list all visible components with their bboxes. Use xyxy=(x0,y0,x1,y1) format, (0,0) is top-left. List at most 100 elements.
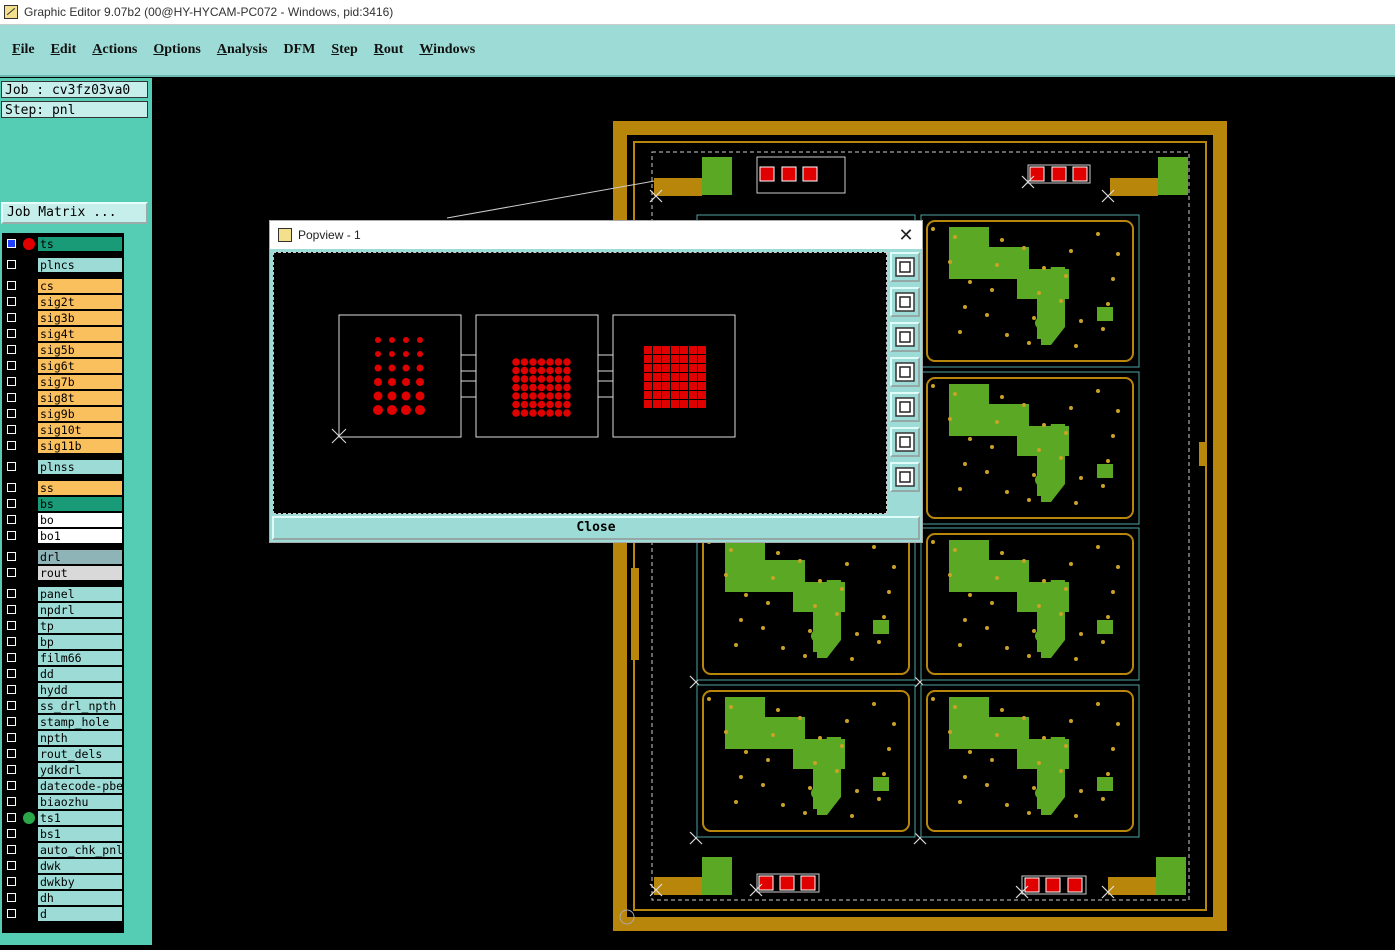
layer-row-sig3b[interactable]: sig3b xyxy=(2,310,124,326)
layer-row-hydd[interactable]: hydd xyxy=(2,682,124,698)
layer-checkbox[interactable] xyxy=(7,781,16,790)
layer-label[interactable]: bs1 xyxy=(38,827,122,841)
job-matrix-button[interactable]: Job Matrix ... xyxy=(1,202,148,224)
layer-row-sig10t[interactable]: sig10t xyxy=(2,422,124,438)
layer-row-panel[interactable]: panel xyxy=(2,586,124,602)
layer-label[interactable]: dh xyxy=(38,891,122,905)
layer-checkbox[interactable] xyxy=(7,568,16,577)
zoom-in-icon[interactable] xyxy=(890,287,920,317)
layer-checkbox[interactable] xyxy=(7,409,16,418)
layer-checkbox[interactable] xyxy=(7,765,16,774)
layer-row-drl[interactable]: drl xyxy=(2,549,124,565)
layer-row-npdrl[interactable]: npdrl xyxy=(2,602,124,618)
layer-label[interactable]: sig2t xyxy=(38,295,122,309)
layer-checkbox[interactable] xyxy=(7,589,16,598)
popview-window[interactable]: Popview - 1 ✕ Close xyxy=(269,220,923,543)
layer-checkbox[interactable] xyxy=(7,813,16,822)
menu-edit[interactable]: Edit xyxy=(43,42,85,58)
layer-label[interactable]: dwk xyxy=(38,859,122,873)
layer-label[interactable]: sig11b xyxy=(38,439,122,453)
layer-checkbox[interactable] xyxy=(7,499,16,508)
layer-row-npth[interactable]: npth xyxy=(2,730,124,746)
pan-right-icon[interactable] xyxy=(890,392,920,422)
layer-checkbox[interactable] xyxy=(7,909,16,918)
layer-label[interactable]: dd xyxy=(38,667,122,681)
layer-label[interactable]: ss xyxy=(38,481,122,495)
layer-row-datecode-pbe[interactable]: datecode-pbe xyxy=(2,778,124,794)
layer-label[interactable]: dwkby xyxy=(38,875,122,889)
layer-checkbox[interactable] xyxy=(7,685,16,694)
zoom-home-icon[interactable] xyxy=(890,462,920,492)
menu-dfm[interactable]: DFM xyxy=(275,42,323,58)
layer-checkbox[interactable] xyxy=(7,877,16,886)
layer-label[interactable]: sig3b xyxy=(38,311,122,325)
layer-label[interactable]: film66 xyxy=(38,651,122,665)
layer-row-auto_chk_pnl[interactable]: auto_chk_pnl xyxy=(2,842,124,858)
layer-checkbox[interactable] xyxy=(7,393,16,402)
popview-canvas[interactable] xyxy=(273,252,887,514)
layer-label[interactable]: plnss xyxy=(38,460,122,474)
layer-checkbox[interactable] xyxy=(7,749,16,758)
layer-checkbox[interactable] xyxy=(7,701,16,710)
layer-row-dwkby[interactable]: dwkby xyxy=(2,874,124,890)
layer-checkbox[interactable] xyxy=(7,281,16,290)
layer-row-dd[interactable]: dd xyxy=(2,666,124,682)
layer-checkbox[interactable] xyxy=(7,605,16,614)
layer-row-sig9b[interactable]: sig9b xyxy=(2,406,124,422)
pan-left-icon[interactable] xyxy=(890,357,920,387)
layer-row-sig6t[interactable]: sig6t xyxy=(2,358,124,374)
layer-label[interactable]: drl xyxy=(38,550,122,564)
layer-row-sig2t[interactable]: sig2t xyxy=(2,294,124,310)
layer-row-bo[interactable]: bo xyxy=(2,512,124,528)
layer-checkbox[interactable] xyxy=(7,345,16,354)
layer-label[interactable]: panel xyxy=(38,587,122,601)
layer-checkbox[interactable] xyxy=(7,637,16,646)
layer-row-cs[interactable]: cs xyxy=(2,278,124,294)
layer-row-ss[interactable]: ss xyxy=(2,480,124,496)
layer-checkbox[interactable] xyxy=(7,552,16,561)
layer-checkbox[interactable] xyxy=(7,483,16,492)
layer-checkbox[interactable] xyxy=(7,717,16,726)
layer-row-sig11b[interactable]: sig11b xyxy=(2,438,124,454)
layer-checkbox[interactable] xyxy=(7,441,16,450)
layer-row-bs[interactable]: bs xyxy=(2,496,124,512)
layer-row-ts[interactable]: ts xyxy=(2,236,124,252)
layer-checkbox[interactable] xyxy=(7,893,16,902)
layer-row-dh[interactable]: dh xyxy=(2,890,124,906)
layer-row-stamp_hole[interactable]: stamp_hole xyxy=(2,714,124,730)
layer-checkbox[interactable] xyxy=(7,861,16,870)
zoom-fit-icon[interactable] xyxy=(890,252,920,282)
layer-row-rout_dels[interactable]: rout_dels xyxy=(2,746,124,762)
zoom-area-icon[interactable] xyxy=(890,427,920,457)
layer-checkbox[interactable] xyxy=(7,260,16,269)
layer-display-dot-icon[interactable] xyxy=(23,812,35,824)
layer-label[interactable]: datecode-pbe xyxy=(38,779,122,793)
layer-label[interactable]: bp xyxy=(38,635,122,649)
layer-checkbox[interactable] xyxy=(7,297,16,306)
layer-row-ydkdrl[interactable]: ydkdrl xyxy=(2,762,124,778)
layer-checkbox[interactable] xyxy=(7,829,16,838)
layer-row-bo1[interactable]: bo1 xyxy=(2,528,124,544)
layer-label[interactable]: sig6t xyxy=(38,359,122,373)
popview-title-bar[interactable]: Popview - 1 ✕ xyxy=(270,221,922,249)
menu-options[interactable]: Options xyxy=(145,42,208,58)
layer-checkbox[interactable] xyxy=(7,733,16,742)
layer-row-sig8t[interactable]: sig8t xyxy=(2,390,124,406)
layer-label[interactable]: d xyxy=(38,907,122,921)
layer-row-sig7b[interactable]: sig7b xyxy=(2,374,124,390)
layer-row-ts1[interactable]: ts1 xyxy=(2,810,124,826)
popview-close-icon[interactable]: ✕ xyxy=(896,224,916,246)
layer-checkbox[interactable] xyxy=(7,515,16,524)
menu-windows[interactable]: Windows xyxy=(411,42,483,58)
layer-row-film66[interactable]: film66 xyxy=(2,650,124,666)
layer-label[interactable]: bs xyxy=(38,497,122,511)
layer-checkbox[interactable] xyxy=(7,361,16,370)
layer-checkbox[interactable] xyxy=(7,313,16,322)
menu-step[interactable]: Step xyxy=(323,42,365,58)
menu-file[interactable]: File xyxy=(4,42,43,58)
layer-row-sig5b[interactable]: sig5b xyxy=(2,342,124,358)
layer-label[interactable]: sig8t xyxy=(38,391,122,405)
layer-row-biaozhu[interactable]: biaozhu xyxy=(2,794,124,810)
layer-row-rout[interactable]: rout xyxy=(2,565,124,581)
layer-label[interactable]: ts1 xyxy=(38,811,122,825)
